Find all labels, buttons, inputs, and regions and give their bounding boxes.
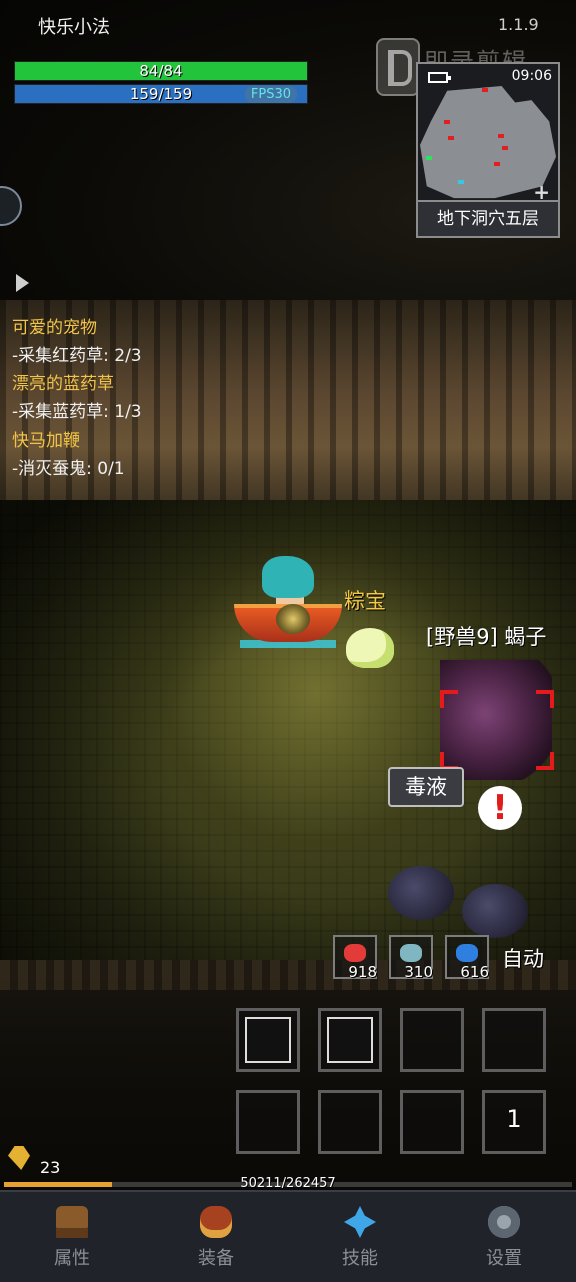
skill-slot-8[interactable]: 1 — [482, 1090, 546, 1154]
slot-number: 1 — [506, 1105, 522, 1133]
pet-slime[interactable] — [346, 628, 394, 668]
minimap-npc-dot — [426, 156, 432, 160]
fps-counter: FPS30 — [244, 86, 297, 103]
fish-slot[interactable]: 310 — [389, 935, 433, 981]
gold-value: 23 — [40, 1158, 61, 1177]
enemy-name: [野兽9] 蝎子 — [426, 625, 547, 649]
skill-slot-7[interactable] — [400, 1090, 464, 1154]
version-label: 1.1.9 — [498, 15, 539, 34]
nav-label: 装备 — [198, 1248, 234, 1269]
quest-task: -采集蓝药草: 1/3 — [12, 402, 142, 422]
item-count: 918 — [348, 963, 377, 981]
quest-title[interactable]: 快马加鞭 — [12, 426, 80, 451]
item-count: 616 — [460, 963, 489, 981]
skill-slot-6[interactable] — [318, 1090, 382, 1154]
clock: 09:06 — [511, 68, 552, 84]
whirlwind-skill-icon — [245, 1017, 291, 1063]
nav-settings[interactable]: 设置 — [432, 1192, 576, 1280]
skill-gem-icon — [344, 1206, 376, 1238]
spider-enemy[interactable] — [388, 866, 454, 920]
minimap[interactable]: 09:06 + 地下洞穴五层 — [416, 62, 560, 238]
mp-bar: 159/159 FPS30 — [14, 84, 308, 104]
red-herb-slot[interactable]: 918 — [333, 935, 377, 981]
minimap-enemy-dot — [444, 120, 450, 124]
pet-name: 粽宝 — [344, 589, 386, 613]
quest-task: -采集红药草: 2/3 — [12, 346, 142, 366]
minimap-player-dot — [458, 180, 464, 184]
quest-toggle-arrow-icon[interactable] — [16, 274, 29, 292]
gear-icon — [488, 1206, 520, 1238]
blue-herb-icon — [456, 944, 478, 962]
watermark-logo-icon — [376, 38, 420, 96]
skill-slot-3[interactable] — [400, 1008, 464, 1072]
enemy-skill-bubble: 毒液 — [388, 767, 464, 807]
target-marker — [440, 690, 458, 708]
minimap-enemy-dot — [498, 134, 504, 138]
quest-task: -消灭蚕鬼: 0/1 — [12, 459, 125, 479]
location-label: 地下洞穴五层 — [418, 200, 558, 236]
minimap-enemy-dot — [448, 136, 454, 140]
helmet-icon — [56, 1206, 88, 1238]
hero-shield — [276, 604, 310, 634]
alert-icon: ! — [478, 786, 522, 830]
skill-slot-2[interactable] — [318, 1008, 382, 1072]
skill-slot-1[interactable] — [236, 1008, 300, 1072]
minimap-enemy-dot — [502, 146, 508, 150]
skill-slot-4[interactable] — [482, 1008, 546, 1072]
item-count: 310 — [404, 963, 433, 981]
target-marker — [536, 690, 554, 708]
slash-skill-icon — [327, 1017, 373, 1063]
auto-button[interactable]: 自动 — [502, 943, 544, 973]
nav-skills[interactable]: 技能 — [288, 1192, 432, 1280]
nav-equipment[interactable]: 装备 — [144, 1192, 288, 1280]
nav-attributes[interactable]: 属性 — [0, 1192, 144, 1280]
minimap-enemy-dot — [482, 88, 488, 92]
skill-slot-5[interactable] — [236, 1090, 300, 1154]
exp-text: 50211/262457 — [240, 1176, 336, 1191]
bag-icon — [200, 1206, 232, 1238]
battery-icon — [428, 72, 451, 83]
bottom-nav: 属性 装备 技能 设置 — [0, 1190, 576, 1282]
nav-label: 技能 — [342, 1248, 378, 1269]
nav-label: 属性 — [54, 1248, 90, 1269]
hero-character[interactable] — [262, 556, 314, 598]
nav-label: 设置 — [486, 1248, 522, 1269]
quest-title[interactable]: 漂亮的蓝药草 — [12, 369, 114, 394]
lower-cave — [0, 960, 576, 1190]
hp-bar: 84/84 — [14, 61, 308, 81]
minimap-enemy-dot — [494, 162, 500, 166]
hp-text: 84/84 — [139, 62, 183, 80]
stalagmite-row — [0, 960, 576, 990]
quest-title[interactable]: 可爱的宠物 — [12, 313, 97, 338]
player-name: 快乐小法 — [38, 17, 110, 38]
fish-icon — [400, 944, 422, 962]
red-herb-icon — [344, 944, 366, 962]
blue-herb-slot[interactable]: 616 — [445, 935, 489, 981]
target-marker — [536, 752, 554, 770]
spider-enemy[interactable] — [462, 884, 528, 938]
